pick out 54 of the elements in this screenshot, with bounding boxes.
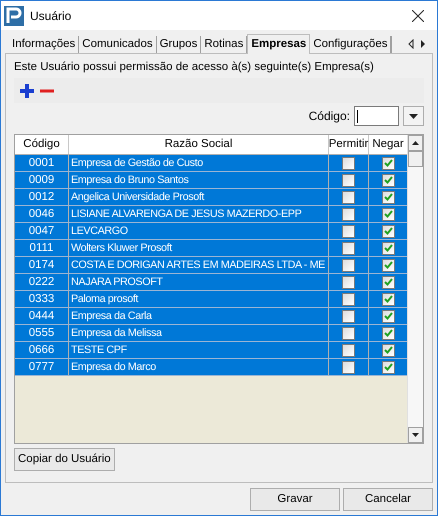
table-row[interactable]: 0444 Empresa da Carla (15, 308, 407, 326)
code-label: Código: (308, 108, 350, 126)
table-cell: Empresa do Bruno Santos (69, 172, 329, 188)
window-title: Usuário (30, 8, 72, 24)
table-row[interactable]: 0777 Empresa do Marco (15, 359, 407, 376)
tab[interactable]: Empresas (247, 34, 310, 54)
tab[interactable]: Grupos (156, 36, 202, 53)
table-cell: Empresa do Marco (69, 359, 329, 376)
description-text: Este Usuário possui permissão de acesso à(s) seguinte(s) Empresa(s) (14, 60, 375, 75)
dialog-button[interactable]: Gravar (250, 488, 340, 511)
table-cell: 0777 (15, 359, 69, 376)
table-row[interactable]: 0111 Wolters Kluwer Prosoft (15, 240, 407, 258)
table-cell: 0333 (15, 291, 69, 308)
column-header[interactable]: Razão Social (69, 135, 329, 154)
table-cell: 0222 (15, 274, 69, 290)
table-cell: Wolters Kluwer Prosoft (69, 240, 329, 256)
tab[interactable]: Comunicados (79, 36, 157, 53)
table-row[interactable]: 0174 COSTA E DORIGAN ARTES EM MADEIRAS LTDA - ME (15, 257, 407, 274)
copy-from-user-button[interactable]: Copiar do Usuário (14, 448, 115, 472)
table-row[interactable]: 0009 Empresa do Bruno Santos (15, 172, 407, 190)
table-cell: NAJARA PROSOFT (69, 274, 329, 290)
table-cell: Empresa de Gestão de Custo (69, 155, 329, 172)
table-cell: 0046 (15, 206, 69, 222)
table-row[interactable]: 0222 NAJARA PROSOFT (15, 274, 407, 292)
table-row[interactable]: 0001 Empresa de Gestão de Custo (15, 155, 407, 172)
table-cell: 0047 (15, 223, 69, 240)
table-row[interactable]: 0046 LISIANE ALVARENGA DE JESUS MAZERDO-EPP (15, 206, 407, 224)
table-row[interactable]: 0333 Paloma prosoft (15, 291, 407, 308)
table-cell: 0111 (15, 240, 69, 256)
table-cell: 0174 (15, 257, 69, 274)
table-cell: Empresa da Melissa (69, 325, 329, 342)
table-row[interactable]: 0666 TESTE CPF (15, 342, 407, 360)
table-cell: Paloma prosoft (69, 291, 329, 308)
table-row[interactable]: 0012 Angelica Universidade Prosoft (15, 189, 407, 206)
table-cell: 0009 (15, 172, 69, 188)
table-cell: LISIANE ALVARENGA DE JESUS MAZERDO-EPP (69, 206, 329, 222)
table-row[interactable]: 0047 LEVCARGO (15, 223, 407, 240)
table-cell: 0666 (15, 342, 69, 358)
dialog-button[interactable]: Cancelar (343, 488, 433, 511)
column-header[interactable]: Permitir (329, 135, 369, 154)
table-cell: Angelica Universidade Prosoft (69, 189, 329, 206)
table-cell: LEVCARGO (69, 223, 329, 240)
table-cell: COSTA E DORIGAN ARTES EM MADEIRAS LTDA - ME (69, 257, 329, 274)
column-header[interactable]: Código (15, 135, 69, 154)
table-cell: 0012 (15, 189, 69, 206)
tab[interactable]: Configurações (310, 36, 392, 53)
table-cell: TESTE CPF (69, 342, 329, 358)
table-cell: 0555 (15, 325, 69, 342)
table-cell: 0444 (15, 308, 69, 324)
table-cell: Empresa da Carla (69, 308, 329, 324)
tab[interactable]: Informações (9, 36, 80, 53)
table-row[interactable]: 0555 Empresa da Melissa (15, 325, 407, 342)
table-cell: 0001 (15, 155, 69, 172)
column-header[interactable]: Negar (369, 135, 407, 154)
